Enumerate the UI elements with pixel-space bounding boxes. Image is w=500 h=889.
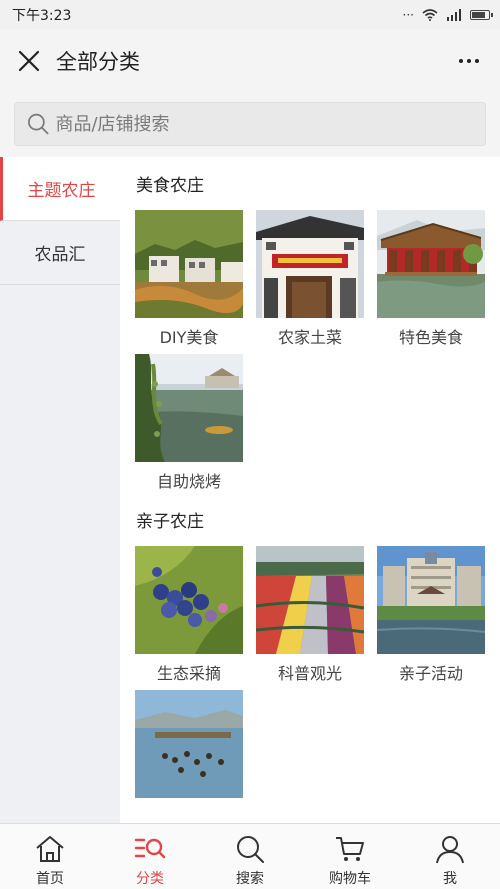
parent-child-image bbox=[377, 546, 485, 654]
science-tour-image bbox=[256, 546, 364, 654]
section-title: 美食农庄 bbox=[136, 176, 204, 196]
more-dot bbox=[475, 59, 479, 63]
sidebar-item-label: 农品汇 bbox=[34, 245, 86, 265]
user-icon bbox=[433, 832, 467, 866]
more-dots-icon: ··· bbox=[402, 8, 414, 22]
wifi-icon bbox=[422, 9, 438, 21]
close-icon bbox=[18, 50, 40, 72]
category-label: DIY美食 bbox=[159, 328, 219, 347]
sidebar-item-theme-farm[interactable]: 主题农庄 bbox=[0, 157, 120, 221]
category-item-specialty-food[interactable]: 特色美食 bbox=[377, 210, 498, 347]
tab-label: 首页 bbox=[36, 871, 64, 887]
category-item-self-bbq[interactable]: 自助烧烤 bbox=[135, 354, 256, 491]
search-box[interactable] bbox=[14, 102, 486, 146]
status-icons: ··· bbox=[402, 8, 493, 22]
category-sidebar: 主题农庄 农品汇 bbox=[0, 157, 120, 823]
home-icon bbox=[33, 832, 67, 866]
more-button[interactable] bbox=[454, 59, 484, 63]
battery-icon bbox=[470, 10, 493, 20]
tab-home[interactable]: 首页 bbox=[0, 824, 100, 889]
bottom-tab-bar: 首页 分类 搜索 购物车 我 bbox=[0, 823, 500, 889]
search-icon bbox=[28, 113, 49, 135]
more-dot bbox=[467, 59, 471, 63]
tab-label: 购物车 bbox=[329, 871, 371, 887]
category-label: 特色美食 bbox=[398, 328, 463, 347]
tab-label: 我 bbox=[443, 871, 457, 887]
section-title: 亲子农庄 bbox=[136, 512, 204, 532]
status-bar: 下午3:23 ··· bbox=[0, 0, 500, 30]
more-dot bbox=[459, 59, 463, 63]
sidebar-item-label: 主题农庄 bbox=[27, 181, 96, 201]
category-item-farm-dishes[interactable]: 农家土菜 bbox=[256, 210, 377, 347]
diy-food-image bbox=[135, 210, 243, 318]
category-item-wetland[interactable] bbox=[135, 690, 256, 798]
signal-icon bbox=[447, 9, 461, 21]
search-bar bbox=[0, 92, 500, 156]
eco-picking-image bbox=[135, 546, 243, 654]
tab-me[interactable]: 我 bbox=[400, 824, 500, 889]
title-bar: 全部分类 bbox=[0, 30, 500, 92]
tab-category[interactable]: 分类 bbox=[100, 824, 200, 889]
sidebar-item-farm-products[interactable]: 农品汇 bbox=[0, 221, 120, 285]
category-label: 自助烧烤 bbox=[156, 472, 221, 491]
category-item-diy-food[interactable]: DIY美食 bbox=[135, 210, 256, 347]
search-tab-icon bbox=[233, 832, 267, 866]
page-title: 全部分类 bbox=[56, 50, 140, 74]
close-button[interactable] bbox=[16, 48, 42, 74]
tab-label: 搜索 bbox=[236, 871, 264, 887]
cart-icon bbox=[333, 832, 367, 866]
category-label: 生态采摘 bbox=[156, 664, 221, 683]
farm-dishes-image bbox=[256, 210, 364, 318]
category-item-parent-child[interactable]: 亲子活动 bbox=[377, 546, 498, 683]
category-grid: 生态采摘 科普观光 亲子活动 bbox=[120, 546, 500, 806]
tab-search[interactable]: 搜索 bbox=[200, 824, 300, 889]
search-input[interactable] bbox=[55, 113, 473, 135]
category-grid: DIY美食 农家土菜 特色美食 自助烧烤 bbox=[120, 210, 500, 498]
category-label: 亲子活动 bbox=[398, 664, 463, 683]
status-time: 下午3:23 bbox=[12, 8, 72, 24]
tab-cart[interactable]: 购物车 bbox=[300, 824, 400, 889]
category-item-science-tour[interactable]: 科普观光 bbox=[256, 546, 377, 683]
wetland-image bbox=[135, 690, 243, 798]
category-label: 科普观光 bbox=[277, 664, 342, 683]
category-content: 美食农庄 DIY美食 农家土菜 特色美食 自助烧烤 亲子农庄 生态采摘 科普观光… bbox=[120, 157, 500, 823]
category-icon bbox=[133, 832, 167, 866]
category-label: 农家土菜 bbox=[277, 328, 342, 347]
specialty-food-image bbox=[377, 210, 485, 318]
category-item-eco-picking[interactable]: 生态采摘 bbox=[135, 546, 256, 683]
self-bbq-image bbox=[135, 354, 243, 462]
tab-label: 分类 bbox=[136, 871, 164, 887]
